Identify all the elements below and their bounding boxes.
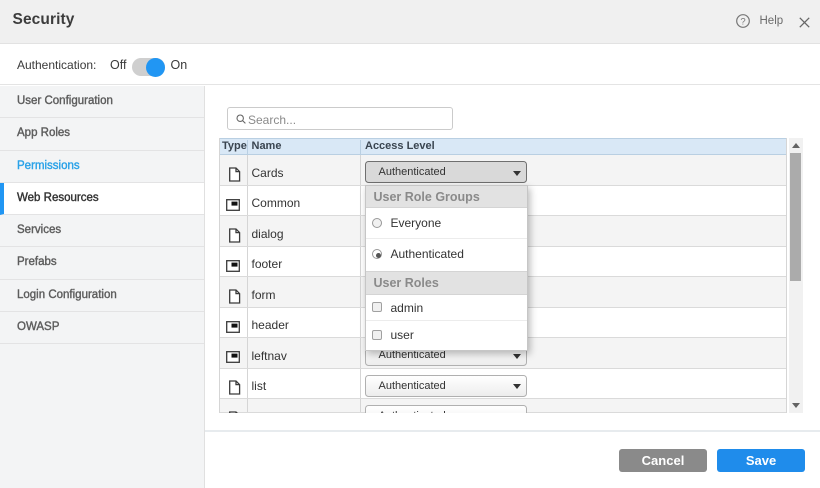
svg-text:?: ? <box>740 16 745 27</box>
